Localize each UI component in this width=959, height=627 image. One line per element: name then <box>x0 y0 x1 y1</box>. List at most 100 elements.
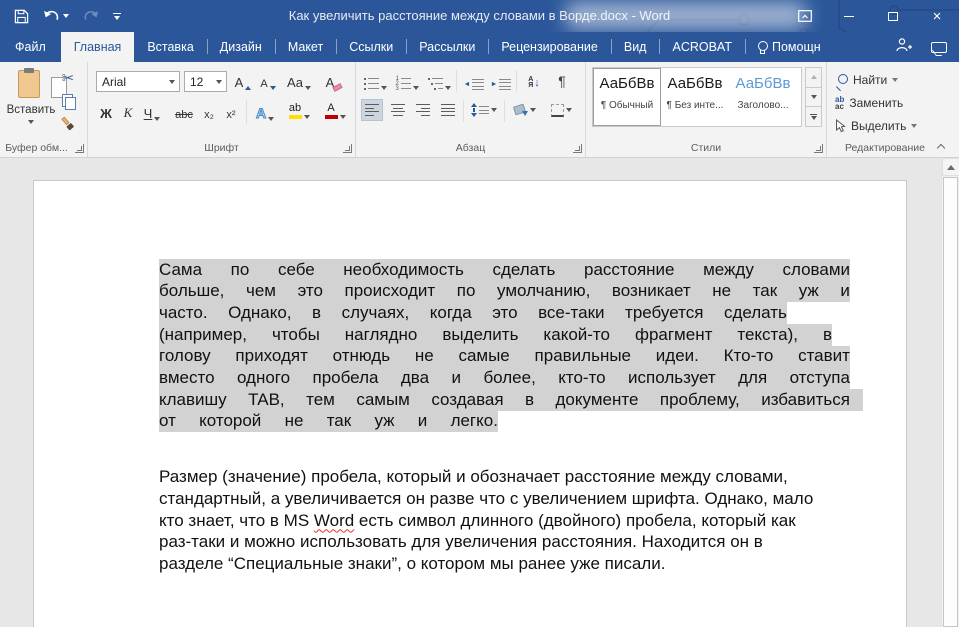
tab-вставка[interactable]: Вставка <box>134 32 206 62</box>
sort-button[interactable]: АЯ ↓ <box>521 69 547 91</box>
save-button[interactable] <box>14 9 29 24</box>
font-size-combobox[interactable]: 12 <box>184 71 227 92</box>
shading-arrow[interactable] <box>530 108 536 112</box>
multilevel-arrow[interactable] <box>445 86 451 90</box>
bold-button[interactable]: Ж <box>98 101 114 123</box>
tab-ссылки[interactable]: Ссылки <box>336 32 406 62</box>
font-name-dropdown-arrow[interactable] <box>165 72 179 91</box>
cut-button[interactable]: ✂ <box>57 68 79 88</box>
redo-button-disabled[interactable] <box>83 9 99 23</box>
tab-рассылки[interactable]: Рассылки <box>406 32 488 62</box>
select-button[interactable]: Выделить <box>835 119 917 133</box>
maximize-button[interactable] <box>871 0 915 32</box>
numbering-button[interactable]: 1 2 3 <box>394 70 420 92</box>
selected-paragraph[interactable]: Самапосебенеобходимостьсделатьрасстояние… <box>159 259 883 432</box>
font-name-combobox[interactable]: Arial <box>96 71 180 92</box>
tab-помощн[interactable]: Помощн <box>745 32 834 62</box>
second-paragraph[interactable]: Размер (значение) пробела, который и обо… <box>159 466 883 574</box>
text-line[interactable]: Размер (значение) пробела, который и обо… <box>159 466 883 488</box>
highlight-color-button[interactable]: ab <box>284 99 314 121</box>
vertical-scrollbar[interactable] <box>941 158 959 627</box>
line-spacing-button[interactable] <box>468 99 500 121</box>
selected-text-line[interactable]: часто.Однако,вслучаях,когдаэтовсе-такитр… <box>159 302 787 324</box>
style-card-1[interactable]: АаБбВв¶ Без инте... <box>661 68 729 126</box>
borders-button[interactable] <box>546 99 576 121</box>
undo-dropdown-arrow[interactable] <box>63 14 69 18</box>
select-dropdown-arrow[interactable] <box>911 124 917 128</box>
italic-button[interactable]: К <box>120 101 136 123</box>
paragraph-dialog-launcher-icon[interactable] <box>573 144 582 153</box>
tab-главная[interactable]: Главная <box>61 32 135 62</box>
show-marks-button[interactable]: ¶ <box>552 69 572 91</box>
selected-text-line[interactable]: Самапосебенеобходимостьсделатьрасстояние… <box>159 259 850 281</box>
style-card-0[interactable]: АаБбВв¶ Обычный <box>593 68 661 126</box>
replace-button[interactable]: ab ac Заменить <box>835 96 903 110</box>
selected-text-line[interactable]: вместоодногопробеладваиболее,кто-тоиспол… <box>159 367 850 389</box>
decrease-indent-button[interactable]: ◄ <box>462 70 486 92</box>
tab-файл[interactable]: Файл <box>0 32 61 62</box>
format-painter-button[interactable] <box>57 114 79 134</box>
strikethrough-button[interactable]: abc <box>172 101 196 123</box>
increase-indent-button[interactable]: ► <box>489 70 513 92</box>
line-spacing-arrow[interactable] <box>491 108 497 112</box>
shading-button[interactable] <box>509 99 541 121</box>
highlight-dropdown-arrow[interactable] <box>304 115 310 119</box>
minimize-button[interactable] <box>827 0 871 32</box>
font-color-dropdown-arrow[interactable] <box>340 115 346 119</box>
align-center-button[interactable] <box>387 99 409 121</box>
numbering-arrow[interactable] <box>413 86 419 90</box>
multilevel-list-button[interactable] <box>426 70 452 92</box>
selected-text-line[interactable]: (например,чтобынаглядновыделитькакой-тоф… <box>159 324 832 346</box>
text-line[interactable]: разделе “Специальные знаки”, о котором м… <box>159 553 883 575</box>
borders-arrow[interactable] <box>566 108 572 112</box>
undo-button[interactable] <box>43 9 69 23</box>
font-dialog-launcher-icon[interactable] <box>343 144 352 153</box>
underline-button[interactable]: Ч <box>140 101 164 123</box>
justify-button[interactable] <box>437 99 459 121</box>
bullets-button[interactable] <box>362 70 388 92</box>
document-page[interactable]: Самапосебенеобходимостьсделатьрасстояние… <box>33 180 907 627</box>
tab-вид[interactable]: Вид <box>611 32 660 62</box>
shrink-font-button[interactable]: А <box>257 70 279 92</box>
find-dropdown-arrow[interactable] <box>892 78 898 82</box>
scroll-up-button[interactable] <box>942 158 959 176</box>
styles-scroll-down-button[interactable] <box>805 87 822 108</box>
superscript-button[interactable]: х² <box>222 101 240 123</box>
styles-gallery-more-button[interactable] <box>805 106 822 127</box>
scrollbar-thumb[interactable] <box>943 177 958 627</box>
tab-рецензирование[interactable]: Рецензирование <box>488 32 611 62</box>
text-line[interactable]: кто знает, что в MS Word есть символ дли… <box>159 510 883 532</box>
text-line[interactable]: раз-таки и можно использовать для увелич… <box>159 531 883 553</box>
subscript-button[interactable]: х₂ <box>200 101 218 123</box>
text-line[interactable]: стандартный, а увеличивается он разве чт… <box>159 488 883 510</box>
find-button[interactable]: Найти <box>835 73 898 87</box>
grow-font-button[interactable]: А <box>232 70 254 92</box>
font-color-button[interactable]: А <box>320 99 350 121</box>
paste-dropdown-arrow[interactable] <box>28 120 34 124</box>
close-button[interactable]: × <box>915 0 959 32</box>
clipboard-dialog-launcher-icon[interactable] <box>75 144 84 153</box>
bullets-arrow[interactable] <box>381 86 387 90</box>
styles-dialog-launcher-icon[interactable] <box>814 144 823 153</box>
paste-button[interactable]: Вставить <box>5 66 57 140</box>
tab-макет[interactable]: Макет <box>275 32 336 62</box>
selected-text-line[interactable]: откоторойнетакужилегко. <box>159 411 498 433</box>
align-right-button[interactable] <box>412 99 434 121</box>
change-case-button[interactable]: Аа <box>284 70 314 92</box>
share-button[interactable] <box>895 37 913 58</box>
customize-qat-button[interactable] <box>113 13 121 20</box>
font-size-dropdown-arrow[interactable] <box>212 72 226 91</box>
tab-дизайн[interactable]: Дизайн <box>207 32 275 62</box>
clear-formatting-button[interactable]: А <box>321 70 347 92</box>
selected-text-line[interactable]: больше,чемэтопроисходитпоумолчанию,возни… <box>159 281 850 303</box>
styles-scroll-up-button[interactable] <box>805 67 822 88</box>
selected-text-line[interactable]: головуприходятотнюдьнесамыеправильныеиде… <box>159 346 850 368</box>
copy-button[interactable] <box>57 91 79 111</box>
style-card-2[interactable]: АаБбВвЗаголово... <box>729 68 797 126</box>
underline-dropdown-arrow[interactable] <box>154 117 160 121</box>
ribbon-display-options-button[interactable] <box>783 0 827 32</box>
collapse-ribbon-button[interactable] <box>937 143 945 151</box>
tab-acrobat[interactable]: ACROBAT <box>659 32 745 62</box>
text-effects-button[interactable]: А <box>252 101 278 123</box>
align-left-button[interactable] <box>361 99 383 121</box>
